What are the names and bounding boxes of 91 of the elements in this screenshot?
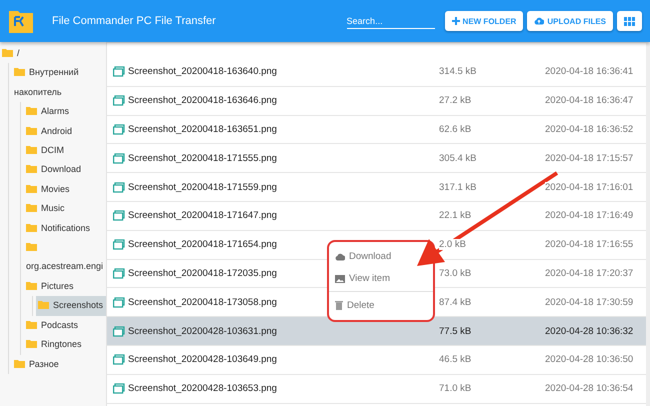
- file-date: 2020-04-18 17:16:01: [545, 182, 634, 193]
- search-field[interactable]: Search...: [346, 14, 435, 28]
- file-name: Screenshot_20200428-103631.png: [128, 326, 277, 337]
- image-file-icon: [113, 124, 125, 135]
- file-date: 2020-04-18 16:36:41: [545, 66, 634, 78]
- file-name: Screenshot_20200428-103649.png: [128, 354, 277, 366]
- file-name: Screenshot_20200418-171654.png: [128, 239, 277, 250]
- file-size: 62.6 kB: [439, 124, 472, 135]
- file-row[interactable]: Screenshot_20200428-103631.png 77.5 kB 2020-04-28 10:36:32: [107, 317, 646, 346]
- image-icon: [335, 274, 345, 282]
- folder-icon: [26, 339, 37, 348]
- folder-tree-item[interactable]: Pictures: [24, 276, 106, 296]
- file-date: 2020-04-18 17:20:37: [545, 268, 634, 279]
- image-file-icon: [113, 326, 125, 337]
- file-name: Screenshot_20200418-171555.png: [128, 152, 277, 164]
- file-name: Screenshot_20200418-163651.png: [128, 124, 277, 135]
- image-file-icon: [113, 95, 125, 106]
- file-name: Screenshot_20200428-103653.png: [128, 383, 277, 394]
- folder-tree-item[interactable]: Android: [24, 122, 106, 142]
- image-file-icon: [113, 239, 125, 250]
- file-row[interactable]: Screenshot_20200418-163651.png 62.6 kB 2020-04-18 16:36:52: [107, 116, 646, 144]
- file-date: 2020-04-28 10:36:50: [545, 354, 634, 366]
- folder-icon: [26, 126, 37, 135]
- folder-tree-item[interactable]: Alarms: [24, 102, 106, 122]
- file-size: 305.4 kB: [439, 152, 476, 164]
- folder-icon: [2, 48, 13, 57]
- folder-tree-item[interactable]: Music: [24, 199, 106, 219]
- folder-icon: [26, 184, 37, 193]
- file-date: 2020-04-18 17:15:57: [545, 152, 634, 164]
- folder-icon: [26, 242, 37, 252]
- plus-icon: [452, 17, 460, 25]
- folder-icon: [26, 280, 37, 290]
- file-size: 317.1 kB: [439, 182, 476, 193]
- folder-tree-item[interactable]: /: [0, 44, 106, 64]
- grid-view-button[interactable]: [617, 11, 642, 31]
- file-name: Screenshot_20200418-173058.png: [128, 296, 277, 308]
- folder-icon: [26, 203, 37, 212]
- folder-tree-item[interactable]: Ringtones: [24, 335, 106, 354]
- file-name: Screenshot_20200418-171647.png: [128, 210, 277, 222]
- folder-tree-item[interactable]: Notifications: [24, 218, 106, 238]
- folder-icon: [26, 106, 37, 116]
- image-file-icon: [113, 268, 125, 279]
- file-size: 71.0 kB: [439, 383, 472, 394]
- file-name: Screenshot_20200418-171559.png: [128, 182, 277, 193]
- folder-icon: [26, 164, 37, 174]
- file-size: 46.5 kB: [439, 354, 472, 366]
- folder-tree-item[interactable]: DCIM: [24, 141, 106, 160]
- file-size: 2.0 kB: [439, 239, 466, 250]
- image-file-icon: [113, 354, 125, 366]
- trash-icon: [335, 300, 343, 310]
- image-file-icon: [113, 383, 125, 394]
- file-date: 2020-04-28 10:36:54: [545, 383, 634, 394]
- file-size: 73.0 kB: [439, 268, 472, 279]
- context-menu-item[interactable]: View item: [331, 268, 394, 290]
- file-size: 314.5 kB: [439, 66, 476, 78]
- folder-icon: [26, 222, 37, 232]
- folder-tree-item[interactable]: org.acestream.engi: [24, 238, 106, 277]
- folder-tree-item[interactable]: Podcasts: [24, 316, 106, 336]
- image-file-icon: [113, 296, 125, 308]
- file-name: Screenshot_20200418-163646.png: [128, 95, 277, 106]
- image-file-icon: [113, 66, 125, 78]
- file-size: 87.4 kB: [439, 296, 472, 308]
- folder-tree-item[interactable]: Разное: [12, 354, 106, 374]
- cloud-download-icon: [335, 252, 345, 261]
- file-name: Screenshot_20200418-163640.png: [128, 66, 277, 78]
- folder-icon: [26, 320, 37, 329]
- file-date: 2020-04-18 17:16:55: [545, 239, 634, 250]
- cloud-upload-icon: [534, 17, 544, 25]
- image-file-icon: [113, 182, 125, 193]
- app-logo-icon: [8, 8, 34, 34]
- folder-tree-item[interactable]: Movies: [24, 180, 106, 200]
- folder-icon: [38, 300, 49, 310]
- file-date: 2020-04-28 10:36:32: [545, 326, 634, 337]
- folder-tree-item[interactable]: Внутренний накопитель: [12, 63, 106, 102]
- folder-icon: [14, 358, 25, 368]
- folder-tree-item[interactable]: Download: [24, 160, 106, 180]
- file-date: 2020-04-18 17:16:49: [545, 210, 634, 222]
- file-name: Screenshot_20200418-172035.png: [128, 268, 277, 279]
- folder-icon: [26, 145, 37, 154]
- app-title: File Commander PC File Transfer: [52, 15, 217, 27]
- file-size: 77.5 kB: [439, 326, 472, 337]
- context-menu-item[interactable]: Delete: [331, 294, 378, 316]
- grid-view-icon: [624, 16, 635, 26]
- context-menu-item[interactable]: Download: [331, 246, 396, 268]
- file-date: 2020-04-18 16:36:52: [545, 124, 634, 135]
- image-file-icon: [113, 210, 125, 222]
- image-file-icon: [113, 152, 125, 164]
- folder-tree-item[interactable]: Screenshots: [36, 296, 106, 316]
- file-date: 2020-04-18 16:36:47: [545, 95, 634, 106]
- file-date: 2020-04-18 17:30:59: [545, 296, 634, 308]
- folder-icon: [14, 67, 25, 76]
